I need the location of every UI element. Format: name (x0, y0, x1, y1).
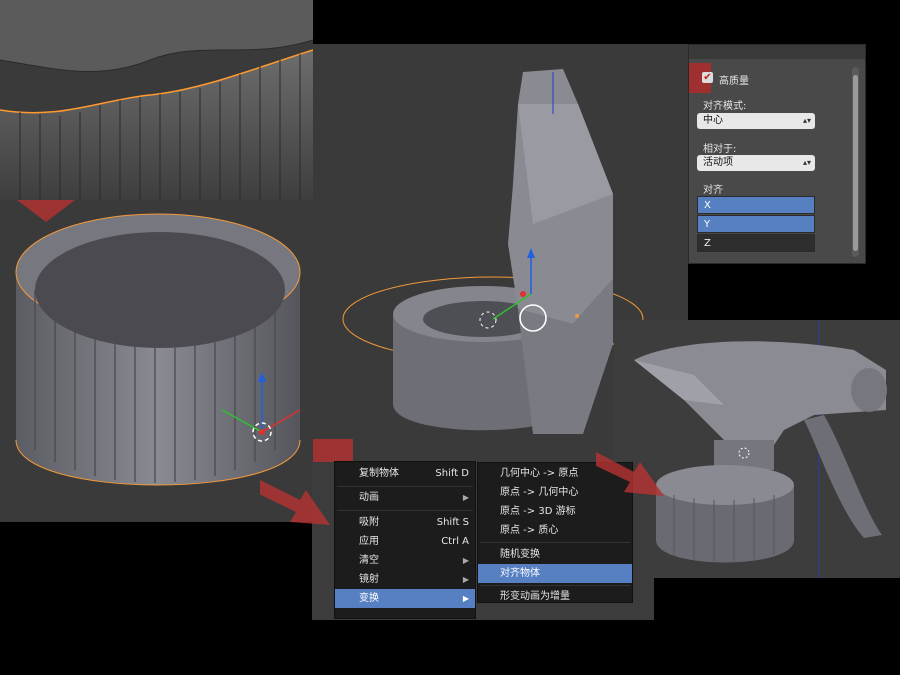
relative-to-value: 活动项 (703, 157, 733, 168)
menu-item-animation[interactable]: 动画 ▶ (335, 488, 475, 507)
menu-separator (480, 542, 630, 543)
submenu-item-align-objects[interactable]: 对齐物体 (478, 564, 632, 583)
menu-item-label: 应用 (359, 536, 379, 547)
submenu-item-origin-to-mass[interactable]: 原点 -> 质心 (478, 521, 632, 540)
updown-icon: ▴▾ (802, 158, 811, 167)
relative-to-select[interactable]: 活动项 ▴▾ (697, 155, 815, 171)
menu-item-clear[interactable]: 清空 ▶ (335, 551, 475, 570)
menu-item-label: 吸附 (359, 517, 379, 528)
panel-header[interactable] (689, 45, 865, 59)
menu-item-label: 变换 (359, 593, 379, 604)
updown-icon: ▴▾ (802, 116, 811, 125)
align-mode-select[interactable]: 中心 ▴▾ (697, 113, 815, 129)
menu-separator (480, 585, 630, 586)
menu-shortcut: Ctrl A (441, 536, 469, 547)
axis-x-toggle[interactable]: X (697, 196, 815, 214)
submenu-arrow-icon: ▶ (462, 556, 469, 565)
menu-item-duplicate[interactable]: 复制物体 Shift D (335, 464, 475, 483)
submenu-item-anim-to-delta[interactable]: 形变动画为增量 (478, 587, 632, 602)
submenu-arrow-icon: ▶ (462, 594, 469, 603)
submenu-arrow-icon: ▶ (462, 575, 469, 584)
object-context-menu: 复制物体 Shift D 动画 ▶ 吸附 Shift S 应用 Ctrl A 清… (334, 461, 476, 619)
menu-item-mirror[interactable]: 镜射 ▶ (335, 570, 475, 589)
high-quality-checkbox[interactable]: ✔ (702, 72, 713, 83)
menu-item-apply[interactable]: 应用 Ctrl A (335, 532, 475, 551)
menu-item-label: 清空 (359, 555, 379, 566)
annotation-arrow (260, 480, 330, 525)
align-mode-label: 对齐模式: (703, 101, 747, 112)
submenu-item-origin-to-cursor[interactable]: 原点 -> 3D 游标 (478, 502, 632, 521)
relative-to-label: 相对于: (703, 144, 737, 155)
align-label: 对齐 (703, 185, 723, 196)
menu-item-snap[interactable]: 吸附 Shift S (335, 513, 475, 532)
annotation-arrow (596, 452, 664, 496)
menu-shortcut: Shift D (435, 468, 469, 479)
menu-item-label: 镜射 (359, 574, 379, 585)
menu-item-label: 复制物体 (359, 468, 399, 479)
submenu-item-randomize[interactable]: 随机变换 (478, 545, 632, 564)
axis-y-toggle[interactable]: Y (697, 215, 815, 233)
high-quality-label: 高质量 (719, 76, 749, 87)
menu-shortcut: Shift S (436, 517, 469, 528)
menu-item-transform[interactable]: 变换 ▶ (335, 589, 475, 608)
menu-item-label: 动画 (359, 492, 379, 503)
wireframe-mesh-render (0, 0, 313, 200)
align-mode-value: 中心 (703, 115, 723, 126)
wireframe-viewport[interactable] (0, 0, 313, 200)
menu-separator (337, 510, 473, 511)
menu-separator (337, 486, 473, 487)
panel-scrollbar[interactable] (852, 67, 859, 257)
submenu-arrow-icon: ▶ (462, 493, 469, 502)
align-objects-panel: ✔ 高质量 对齐模式: 中心 ▴▾ 相对于: 活动项 ▴▾ 对齐 X Y Z (688, 44, 866, 264)
axis-z-toggle[interactable]: Z (697, 234, 815, 252)
